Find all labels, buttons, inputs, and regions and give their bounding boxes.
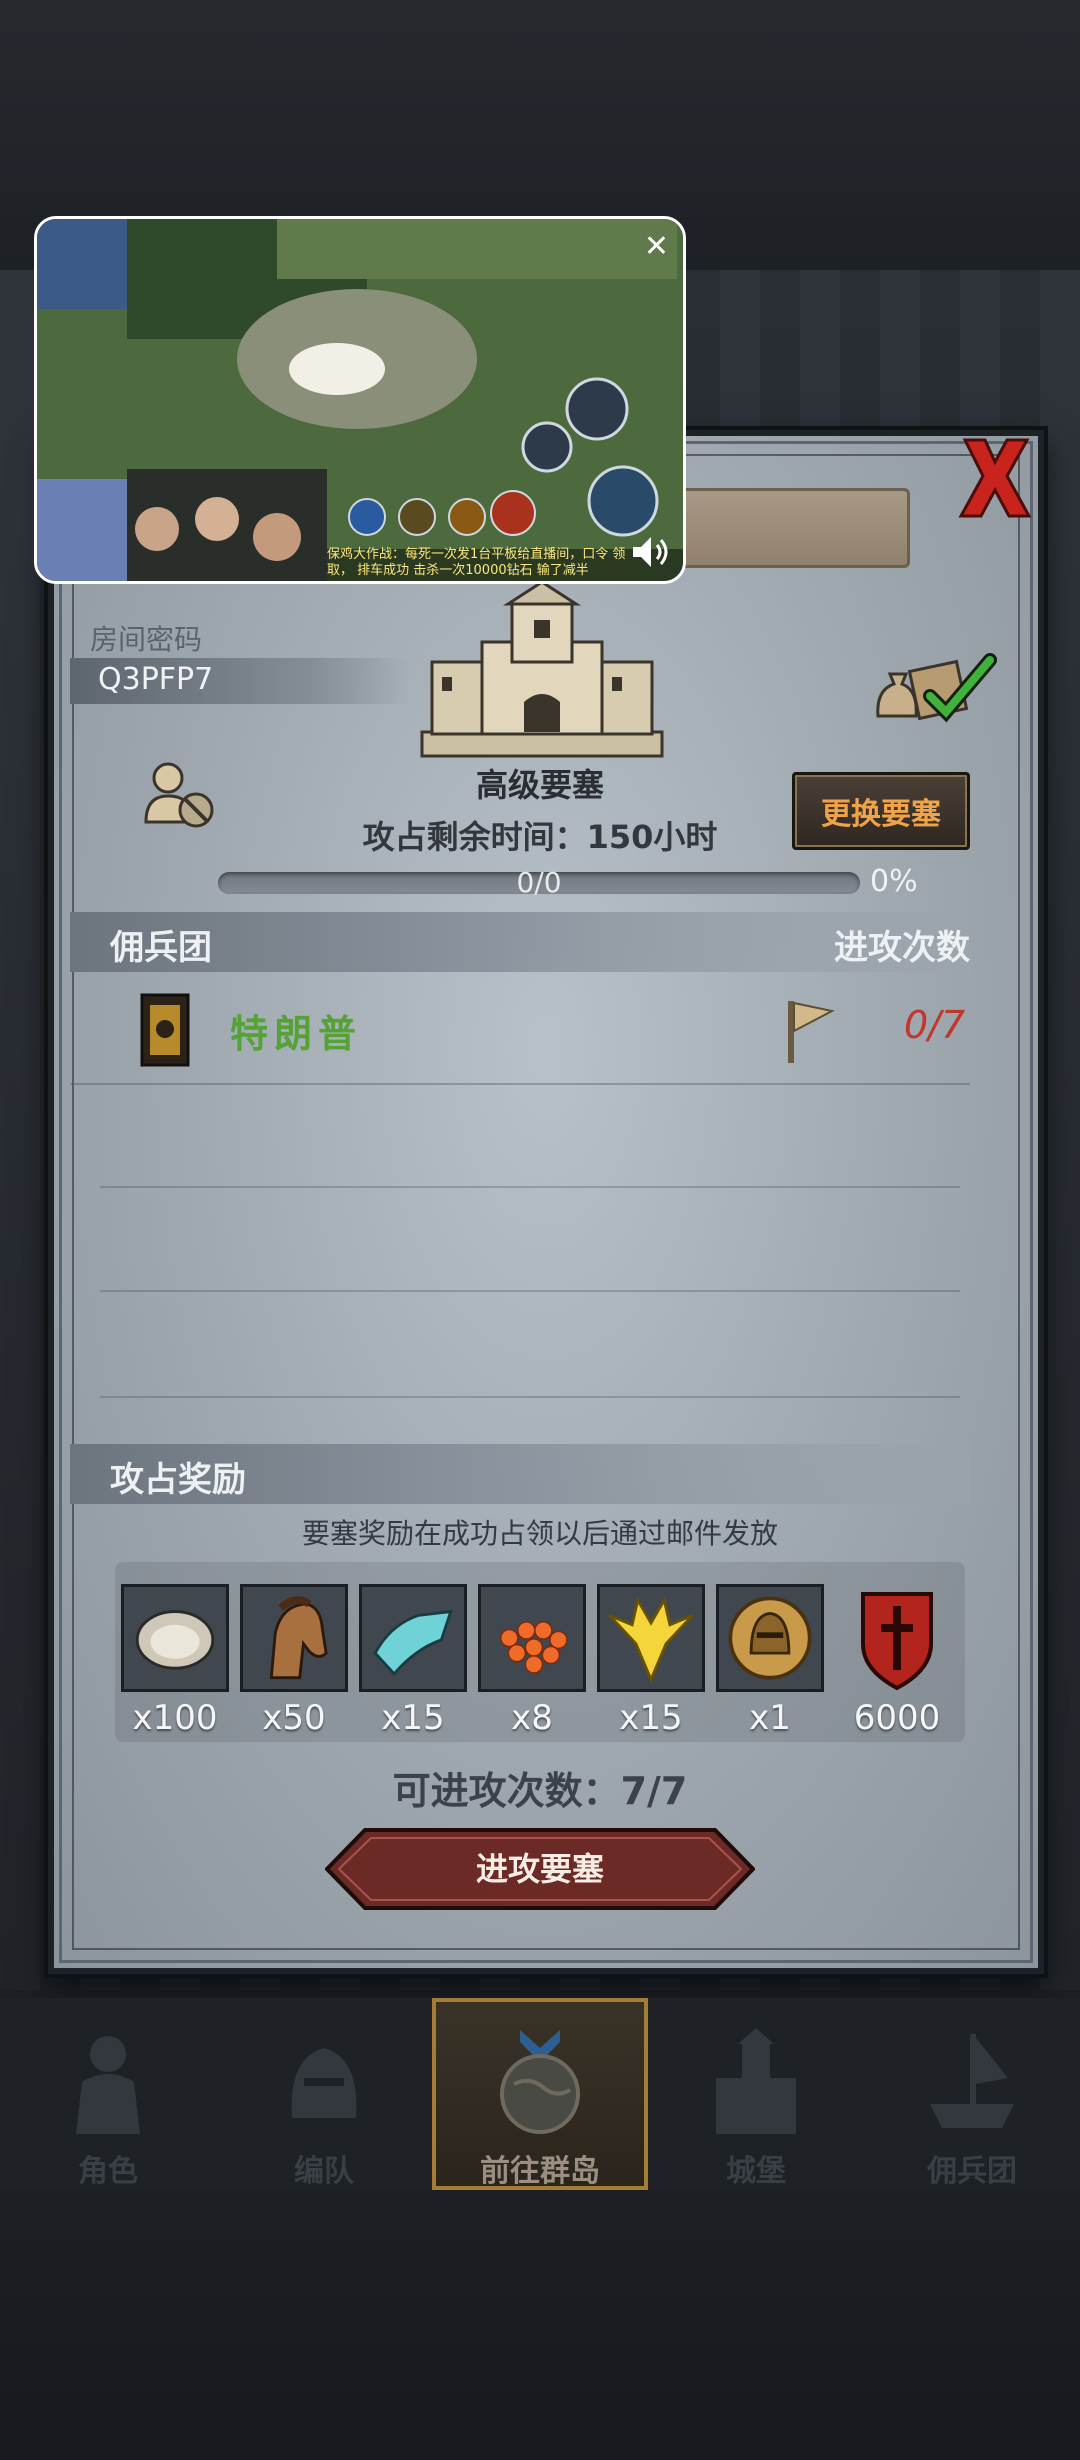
reward-quantity: x1 [749,1698,791,1738]
reward-quantity: x15 [619,1698,683,1738]
nav-item-castle[interactable]: 城堡 [648,1998,864,2190]
no-user-icon[interactable] [140,760,220,830]
gold-crest-icon [597,1584,705,1692]
nav-item-mercenary[interactable]: 佣兵团 [864,1998,1080,2190]
reward-quantity: x15 [381,1698,445,1738]
background-bottom [0,2190,1080,2460]
reward-item[interactable]: x8 [478,1584,586,1738]
empty-row-divider [100,1186,960,1188]
room-code-label: 房间密码 [90,623,203,656]
ship-icon [930,2034,1014,2128]
attack-fortress-button[interactable]: 进攻要塞 [324,1828,756,1910]
video-close-icon[interactable]: ✕ [644,229,669,264]
knight-icon [76,2036,140,2134]
empty-row-divider [100,1396,960,1398]
red-shield-icon [861,1592,933,1691]
attack-count-header: 进攻次数 [834,928,970,968]
castle-icon [716,2028,796,2134]
nav-item-formation[interactable]: 编队 [216,1998,432,2190]
castle-icon [420,582,664,758]
banner-icon [140,993,190,1067]
loot-bag-check-icon[interactable] [872,646,1002,726]
reward-quantity: x8 [511,1698,553,1738]
nav-item-character[interactable]: 角色 [0,1998,216,2190]
nav-item-islands[interactable]: 前往群岛 [432,1998,648,2190]
mercenary-row[interactable]: 特朗普 0/7 [70,975,970,1085]
video-frame [37,219,683,581]
floating-video-player[interactable]: ✕ 保鸡大作战：每死一次发1台平板给直播间，口令 领取， 排车成功 击杀一次10… [34,216,686,584]
room-code-value: Q3PFP7 [98,662,214,697]
volume-icon[interactable] [631,535,671,569]
reward-quantity: x50 [262,1698,326,1738]
reward-item[interactable]: x15 [597,1584,705,1738]
change-fortress-button[interactable]: 更换要塞 [792,772,970,850]
reward-quantity: 6000 [853,1698,941,1738]
helmet-icon [291,2048,357,2118]
capture-progress-bar: 0/0 [218,866,860,899]
reward-note: 要塞奖励在成功占领以后通过邮件发放 [301,1517,778,1550]
time-remaining: 攻占剩余时间：150小时 [362,818,718,856]
reward-item[interactable]: x15 [359,1584,467,1738]
empty-row-divider [100,1290,960,1292]
reward-section-header: 攻占奖励 [70,1444,970,1504]
mercenary-section-title: 佣兵团 [110,928,212,968]
reward-item[interactable]: x100 [121,1584,229,1738]
nav-label: 角色 [78,2154,138,2189]
cloth-icon [359,1584,467,1692]
fortress-name: 高级要塞 [475,766,604,804]
helmet-coin-icon [716,1584,824,1692]
nav-label: 佣兵团 [927,2154,1017,2189]
flag-icon [788,1001,835,1063]
oyster-icon [121,1584,229,1692]
horse-icon [240,1584,348,1692]
attack-button-label: 进攻要塞 [475,1850,604,1888]
attacks-remaining: 可进攻次数：7/7 [392,1769,688,1813]
reward-list: x100 x50 x15 x8 x15 x1 6000 [115,1562,965,1742]
close-icon[interactable] [955,432,1035,522]
reward-section-title: 攻占奖励 [110,1460,246,1500]
mercenary-name: 特朗普 [230,1012,363,1056]
bottom-nav: 角色 编队 前往群岛 城堡 佣兵团 [0,1998,1080,2190]
roe-icon [478,1584,586,1692]
reward-item[interactable]: x1 [716,1584,824,1738]
reward-item[interactable]: 6000 [843,1584,951,1738]
reward-quantity: x100 [132,1698,218,1738]
mercenary-attack-count: 0/7 [904,1003,966,1047]
nav-label: 前往群岛 [480,2154,600,2189]
reward-item[interactable]: x50 [240,1584,348,1738]
room-code-field[interactable]: Q3PFP7 [70,658,410,704]
globe-icon [500,2030,580,2134]
nav-label: 城堡 [726,2154,786,2189]
video-caption: 保鸡大作战：每死一次发1台平板给直播间，口令 领取， 排车成功 击杀一次1000… [327,547,626,578]
mercenary-section-header: 佣兵团 进攻次数 [70,912,970,972]
progress-text: 0/0 [516,866,562,899]
nav-label: 编队 [294,2154,354,2189]
progress-percent: 0% [870,864,918,899]
